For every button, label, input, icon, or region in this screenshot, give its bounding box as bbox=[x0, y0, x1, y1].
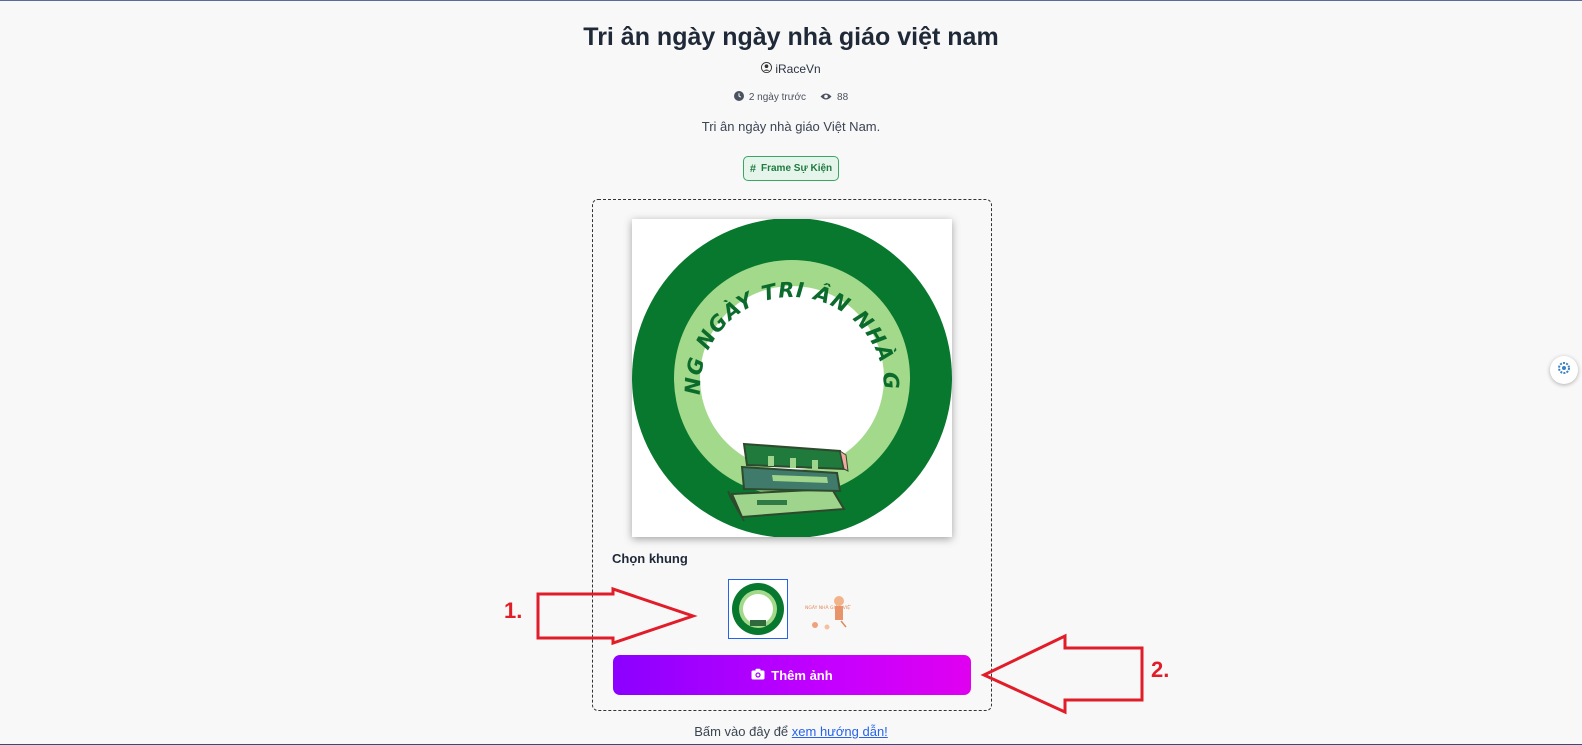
page-title: Tri ân ngày ngày nhà giáo việt nam bbox=[583, 23, 999, 51]
arrow-left-icon bbox=[980, 633, 1144, 715]
books-illustration bbox=[727, 442, 849, 522]
post-description: Tri ân ngày nhà giáo Việt Nam. bbox=[701, 119, 881, 134]
frame-thumbnail-2[interactable]: NGÀY NHÀ GIÁO VIỆT NAM bbox=[800, 586, 852, 636]
tag-label: Frame Sự Kiện bbox=[760, 163, 833, 174]
post-meta: 2 ngày trước 88 bbox=[0, 91, 1582, 104]
frame-preview[interactable]: MỪNG NGÀY TRI ÂN NHÀ GIÁO bbox=[632, 219, 952, 537]
choose-frame-label: Chọn khung bbox=[612, 551, 688, 566]
add-photo-button[interactable]: Thêm ảnh bbox=[613, 655, 971, 695]
frame-ring-image: MỪNG NGÀY TRI ÂN NHÀ GIÁO bbox=[632, 219, 952, 537]
annotation-step-2: 2. bbox=[1151, 657, 1170, 682]
camera-icon bbox=[751, 668, 765, 683]
user-icon bbox=[761, 62, 773, 76]
eye-icon bbox=[820, 92, 832, 104]
page: Tri ân ngày ngày nhà giáo việt nam iRace… bbox=[0, 1, 1582, 745]
side-settings-widget[interactable] bbox=[1550, 356, 1578, 384]
clock-icon bbox=[733, 91, 744, 104]
guide-text: Bấm vào đây để xem hướng dẫn! bbox=[0, 724, 1582, 739]
guide-link[interactable]: xem hướng dẫn! bbox=[792, 724, 888, 739]
add-photo-label: Thêm ảnh bbox=[771, 667, 833, 683]
hashtag-icon: # bbox=[749, 162, 756, 175]
author-row: iRaceVn bbox=[0, 62, 1582, 76]
arrow-right-icon bbox=[536, 586, 698, 646]
annotation-step-1: 1. bbox=[504, 598, 523, 623]
view-count: 88 bbox=[837, 92, 849, 103]
thumb2-caption: NGÀY NHÀ GIÁO VIỆT NAM bbox=[805, 603, 851, 611]
author-name[interactable]: iRaceVn bbox=[775, 62, 820, 76]
frame-thumb-teacher-day-icon: NGÀY NHÀ GIÁO VIỆT NAM bbox=[805, 596, 851, 630]
frame-thumbnail-1-selected[interactable] bbox=[728, 579, 788, 639]
category-tag[interactable]: # Frame Sự Kiện bbox=[743, 156, 839, 181]
frame-thumb-ring-icon bbox=[732, 583, 784, 635]
post-time: 2 ngày trước bbox=[748, 92, 807, 103]
gear-icon bbox=[1556, 360, 1572, 381]
guide-prefix: Bấm vào đây để bbox=[694, 724, 789, 739]
